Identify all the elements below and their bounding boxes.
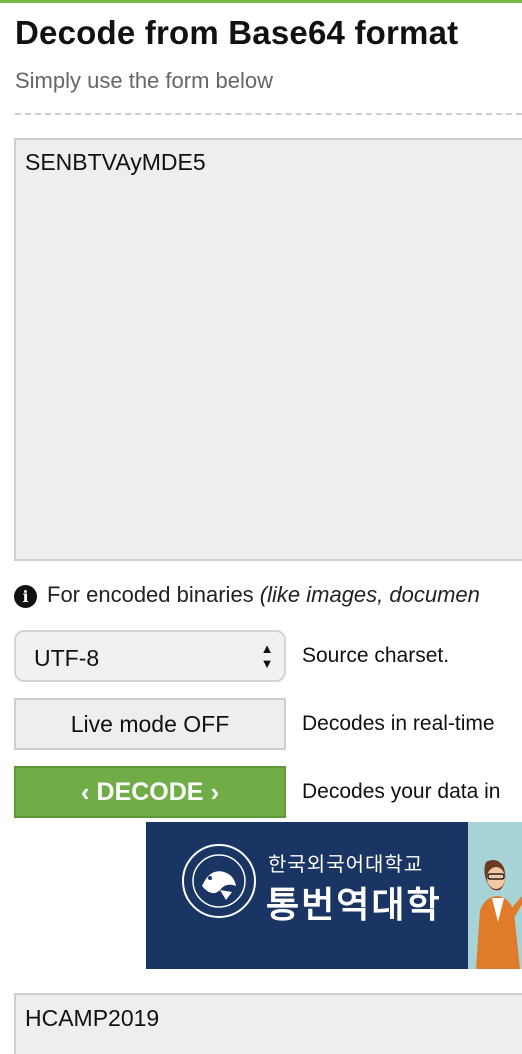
charset-select[interactable]: UTF-8 ▲ ▼	[14, 630, 286, 682]
live-mode-toggle[interactable]: Live mode OFF	[14, 698, 286, 750]
decode-button[interactable]: ‹ DECODE ›	[14, 766, 286, 818]
decoded-output[interactable]: HCAMP2019	[14, 993, 522, 1054]
page: Decode from Base64 format Simply use the…	[0, 0, 522, 1054]
charset-selected-value: UTF-8	[34, 645, 100, 671]
live-mode-row: Live mode OFF Decodes in real-time	[14, 698, 522, 750]
advertisement-banner[interactable]: 한국외국어대학교 통번역대학	[146, 822, 522, 969]
decode-button-label: DECODE	[96, 778, 204, 806]
binary-notice: i For encoded binaries (like images, docu…	[14, 582, 522, 612]
ad-college-name: 통번역대학	[266, 885, 442, 926]
university-seal-icon	[182, 844, 256, 918]
select-arrows-icon: ▲ ▼	[260, 641, 274, 671]
dashed-divider	[15, 113, 522, 115]
base64-input[interactable]: SENBTVAyMDE5	[14, 138, 522, 561]
notice-italic-text: (like images, documen	[259, 582, 480, 607]
charset-description: Source charset.	[302, 644, 450, 667]
page-title: Decode from Base64 format	[15, 14, 459, 51]
page-subtitle: Simply use the form below	[15, 68, 273, 93]
notice-text: For encoded binaries	[47, 582, 260, 607]
ad-university-name: 한국외국어대학교	[268, 852, 424, 876]
top-accent-bar	[0, 0, 522, 3]
chevron-left-icon: ‹	[80, 777, 90, 807]
decode-row: ‹ DECODE › Decodes your data in	[14, 766, 522, 818]
decode-description: Decodes your data in	[302, 780, 501, 803]
info-icon: i	[14, 584, 37, 608]
teacher-illustration-icon	[476, 860, 522, 969]
chevron-right-icon: ›	[210, 777, 220, 807]
live-mode-description: Decodes in real-time	[302, 712, 495, 735]
charset-row: UTF-8 ▲ ▼ Source charset.	[14, 630, 522, 682]
